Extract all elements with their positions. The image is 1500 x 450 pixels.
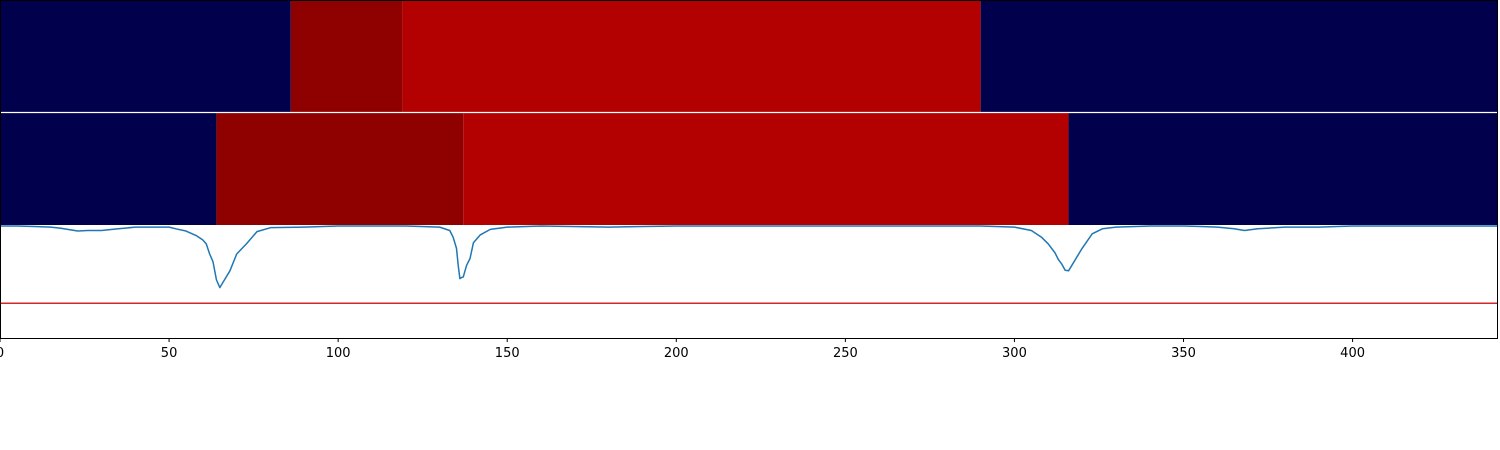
- heatmap-1-segment-1: [0, 1, 291, 112]
- heatmap-panel-1: [0, 1, 1498, 112]
- heatmap-2-segment-1: [0, 113, 217, 225]
- x-tick-label-200: 200: [664, 346, 689, 361]
- series-line-1: [0, 225, 1498, 289]
- x-tick-label-0: 0: [0, 346, 4, 361]
- x-tick-label-100: 100: [326, 346, 351, 361]
- heatmap-2-segment-2: [216, 113, 464, 225]
- x-tick-label-350: 350: [1171, 346, 1196, 361]
- heatmap-1-segment-3: [402, 1, 981, 112]
- heatmap-2-segment-4: [1068, 113, 1498, 225]
- chart-svg: 0 50 100 150 200 250 300 350 400: [0, 0, 1498, 361]
- x-tick-label-150: 150: [495, 346, 520, 361]
- heatmap-1-segment-2: [290, 1, 403, 112]
- chart-figure: 0 50 100 150 200 250 300 350 400: [0, 0, 1500, 450]
- x-tick-label-400: 400: [1340, 346, 1365, 361]
- x-tick-label-250: 250: [833, 346, 858, 361]
- x-tick-label-50: 50: [161, 346, 178, 361]
- heatmap-1-segment-4: [980, 1, 1498, 112]
- x-tick-label-300: 300: [1002, 346, 1027, 361]
- heatmap-panel-2: [0, 113, 1498, 225]
- heatmap-2-segment-3: [463, 113, 1069, 225]
